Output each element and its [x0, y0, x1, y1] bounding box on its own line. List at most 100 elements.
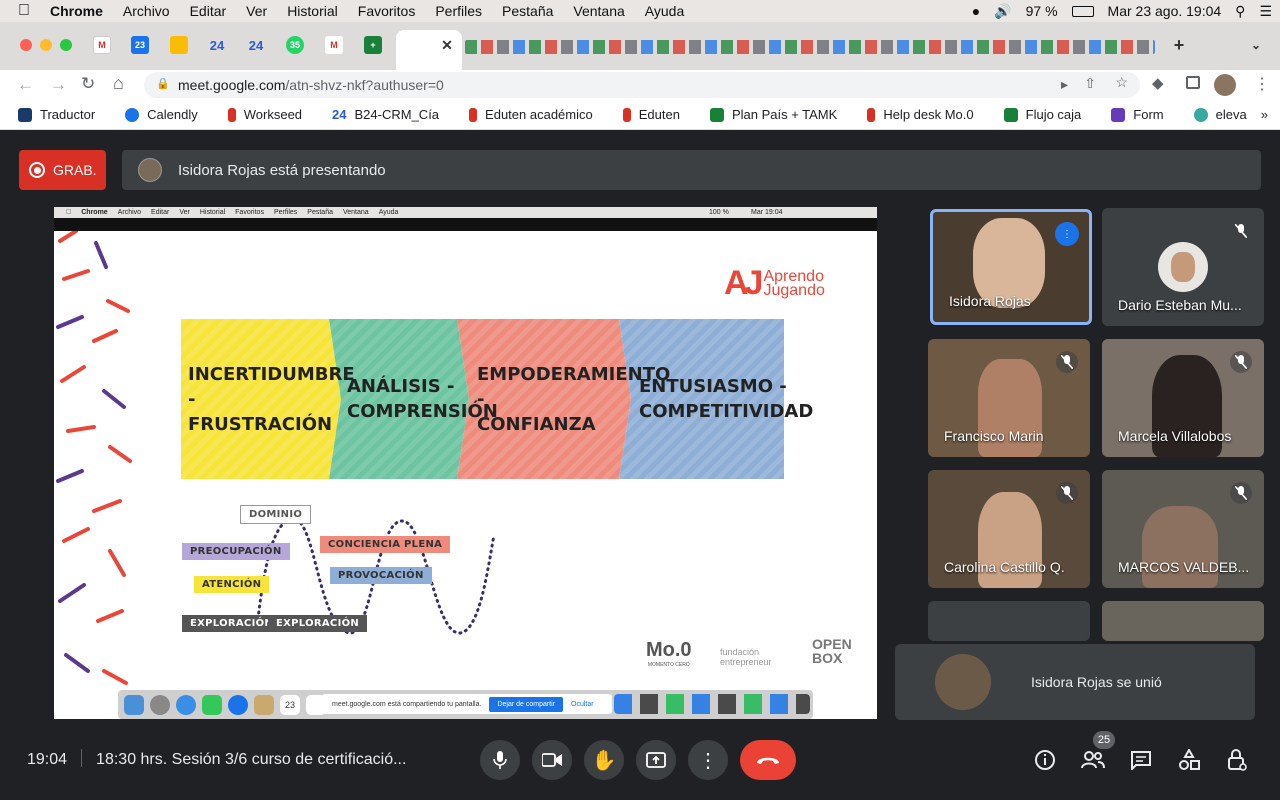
bookmark-eduten[interactable]: Eduten — [605, 107, 692, 122]
stage-1-line2: FRUSTRACIÓN — [188, 413, 333, 435]
chrome-menu-icon[interactable]: ⋮ — [1254, 74, 1270, 94]
bookmark-workseed[interactable]: Workseed — [210, 107, 314, 122]
bookmark-plan-pais[interactable]: Plan País + TAMK — [692, 107, 849, 122]
sponsor-mo0-name: Mo.0 — [646, 639, 692, 661]
spotlight-icon[interactable]: ⚲ — [1235, 3, 1245, 20]
hide-notice-button: Ocultar — [571, 700, 594, 708]
bookmark-help-desk[interactable]: Help desk Mo.0 — [849, 107, 985, 122]
new-tab-plus-icon[interactable]: + — [1170, 35, 1188, 55]
close-window-button[interactable] — [20, 39, 32, 51]
menu-editar[interactable]: Editar — [180, 3, 237, 19]
url-path: /atn-shvz-nkf?authuser=0 — [285, 77, 444, 93]
app-menu[interactable]: Chrome — [40, 3, 113, 19]
home-icon[interactable]: ⌂ — [113, 73, 124, 94]
present-button[interactable] — [636, 740, 676, 780]
tab-calendar[interactable]: 23 — [131, 36, 149, 54]
reload-icon[interactable]: ↻ — [81, 74, 95, 94]
tab-drive[interactable] — [170, 36, 188, 54]
participant-tile[interactable]: ⋮ Isidora Rojas — [930, 209, 1092, 325]
lock-icon[interactable]: 🔒 — [156, 77, 170, 90]
shared-menu-item: Favoritos — [229, 209, 264, 216]
participant-tile-partial[interactable] — [928, 601, 1090, 641]
menu-archivo[interactable]: Archivo — [113, 3, 180, 19]
people-icon[interactable] — [1081, 748, 1105, 772]
menu-perfiles[interactable]: Perfiles — [425, 3, 492, 19]
safari-icon — [176, 694, 196, 715]
bookmark-star-icon[interactable]: ☆ — [1115, 74, 1128, 91]
bookmark-calendly[interactable]: Calendly — [107, 107, 210, 122]
participant-tile[interactable]: Carolina Castillo Q. — [928, 470, 1090, 588]
menu-historial[interactable]: Historial — [277, 3, 348, 19]
meeting-details-icon[interactable] — [1033, 748, 1057, 772]
bookmarks-overflow-icon[interactable]: » — [1243, 107, 1280, 122]
camera-button[interactable] — [532, 740, 572, 780]
wifi-icon[interactable]: ● — [972, 3, 980, 19]
logo-text: Aprendo Jugando — [763, 268, 824, 298]
extensions-puzzle-icon[interactable]: ◆ — [1152, 74, 1164, 92]
leave-call-button[interactable] — [740, 740, 796, 780]
host-controls-lock-icon[interactable] — [1225, 748, 1249, 772]
bookmark-flujo-caja[interactable]: Flujo caja — [986, 107, 1094, 122]
menu-ventana[interactable]: Ventana — [563, 3, 634, 19]
zoom-window-button[interactable] — [60, 39, 72, 51]
participant-tile[interactable]: MARCOS VALDEB... — [1102, 470, 1264, 588]
participant-name: Dario Esteban Mu... — [1118, 297, 1242, 313]
menubar-clock[interactable]: Mar 23 ago. 19:04 — [1108, 3, 1222, 19]
bookmark-form[interactable]: Form — [1093, 107, 1175, 122]
slide-decoration — [56, 231, 132, 685]
reading-mode-icon[interactable] — [1186, 76, 1200, 89]
tab-gmail[interactable]: M — [93, 36, 111, 54]
tab-whatsapp[interactable]: 35 — [286, 36, 304, 54]
tab-close-icon[interactable]: ✕ — [438, 36, 456, 54]
profile-avatar[interactable] — [1214, 74, 1236, 96]
tab-sheets[interactable]: + — [364, 36, 382, 54]
bookmark-b24[interactable]: 24 B24-CRM_Cía — [314, 107, 451, 122]
chat-icon[interactable] — [1129, 748, 1153, 772]
minimize-window-button[interactable] — [40, 39, 52, 51]
bookmark-traductor[interactable]: Traductor — [0, 107, 107, 122]
bookmark-label: Workseed — [243, 107, 303, 122]
forms-icon — [1111, 107, 1126, 122]
control-center-icon[interactable]: ☰ — [1259, 3, 1272, 20]
menu-ver[interactable]: Ver — [236, 3, 277, 19]
battery-percent[interactable]: 97 % — [1026, 3, 1058, 19]
mic-off-icon — [1056, 482, 1078, 504]
apple-menu-icon[interactable]:  — [0, 2, 40, 20]
participant-tile[interactable]: Dario Esteban Mu... — [1102, 208, 1264, 326]
shared-browser-strip — [54, 218, 877, 231]
presenter-avatar — [138, 158, 162, 182]
menu-ayuda[interactable]: Ayuda — [635, 3, 694, 19]
participant-tile-partial[interactable] — [1102, 601, 1264, 641]
bookmark-eduten-academico[interactable]: Eduten académico — [451, 107, 605, 122]
shared-dock-right-icons — [614, 694, 810, 714]
address-bar[interactable]: 🔒 meet.google.com/atn-shvz-nkf?authuser=… — [144, 72, 1140, 98]
participant-tile[interactable]: Marcela Villalobos — [1102, 339, 1264, 457]
menu-pestana[interactable]: Pestaña — [492, 3, 563, 19]
pinned-tab-icons[interactable] — [465, 40, 1155, 54]
battery-icon[interactable] — [1071, 5, 1094, 17]
calendar-icon: 23 — [280, 694, 300, 715]
raise-hand-button[interactable]: ✋ — [584, 740, 624, 780]
share-icon[interactable]: ⇧ — [1084, 75, 1096, 92]
tab-bitrix-2[interactable]: 24 — [247, 36, 265, 54]
tab-gmail-2[interactable]: M — [325, 36, 343, 54]
shared-clock: Mar 19:04 — [751, 209, 783, 216]
volume-icon[interactable]: 🔊 — [994, 3, 1011, 20]
sponsor-mo0-sub: MOMENTO CERO — [647, 662, 690, 668]
menu-favoritos[interactable]: Favoritos — [348, 3, 426, 19]
activities-icon[interactable] — [1177, 748, 1201, 772]
participant-name: Marcela Villalobos — [1118, 428, 1232, 444]
tab-search-chevron-icon[interactable]: ⌄ — [1247, 36, 1265, 54]
recording-indicator[interactable]: GRAB. — [19, 150, 106, 190]
tab-bitrix-1[interactable]: 24 — [208, 36, 226, 54]
bookmark-icon — [622, 107, 631, 122]
presenting-banner: Isidora Rojas está presentando — [122, 150, 1261, 190]
shared-battery: 100 % — [709, 209, 729, 216]
camera-permission-icon[interactable]: ▸ — [1061, 76, 1068, 93]
participant-tile[interactable]: Francisco Marin — [928, 339, 1090, 457]
back-arrow-icon[interactable]: ← — [17, 75, 34, 95]
forward-arrow-icon[interactable]: → — [50, 75, 67, 95]
meeting-time: 19:04 — [27, 751, 68, 768]
microphone-button[interactable] — [480, 740, 520, 780]
more-options-button[interactable]: ⋮ — [688, 740, 728, 780]
